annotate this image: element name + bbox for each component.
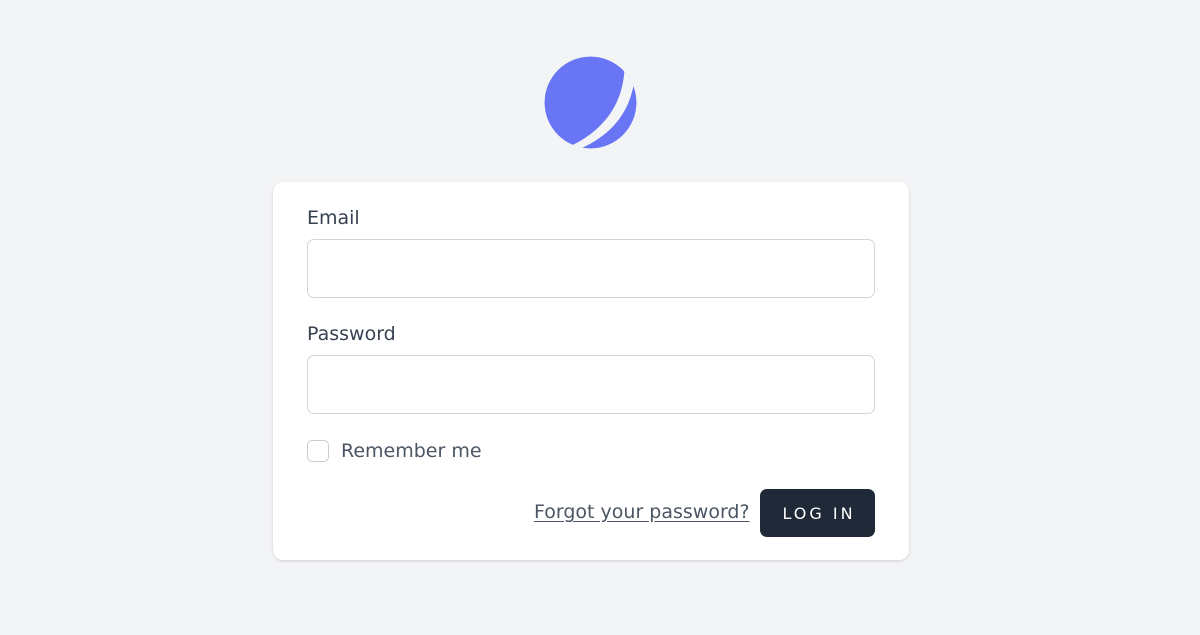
email-label: Email — [307, 207, 360, 229]
password-field[interactable] — [307, 355, 875, 414]
password-label: Password — [307, 323, 396, 345]
login-button[interactable]: LOG IN — [760, 489, 875, 537]
forgot-password-link[interactable]: Forgot your password? — [534, 500, 750, 524]
remember-me-checkbox[interactable] — [307, 440, 329, 462]
email-field[interactable] — [307, 239, 875, 298]
remember-me-row: Remember me — [307, 439, 482, 463]
remember-me-label[interactable]: Remember me — [341, 439, 482, 463]
app-logo-icon — [544, 56, 637, 149]
login-card: Email Password Remember me Forgot your p… — [273, 182, 909, 560]
